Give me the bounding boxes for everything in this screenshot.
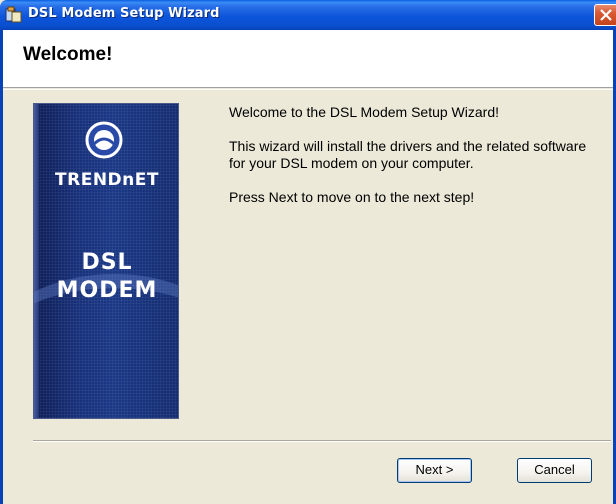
wizard-header: Welcome! [3,30,613,88]
banner-product-line1: DSL [81,250,133,275]
welcome-paragraph: Welcome to the DSL Modem Setup Wizard! [229,104,499,120]
cancel-button[interactable]: Cancel [517,458,592,483]
footer-divider [33,440,611,442]
window-frame-left [0,30,3,504]
welcome-message: Welcome to the DSL Modem Setup Wizard! T… [229,104,589,223]
window-title: DSL Modem Setup Wizard [28,6,220,21]
banner-brand-text: TRENDnET [55,170,159,190]
instruction-paragraph: Press Next to move on to the next step! [229,189,475,205]
close-button[interactable] [594,4,616,26]
banner-product-line2: MODEM [56,278,158,303]
trendnet-logo-icon [84,120,124,160]
description-paragraph: This wizard will install the drivers and… [229,138,587,171]
next-button[interactable]: Next > [397,458,472,483]
page-title: Welcome! [23,44,113,65]
close-icon [600,9,612,21]
product-banner-image: TRENDnET DSL MODEM [33,103,179,419]
wizard-window: DSL Modem Setup Wizard Welcome! TRENDnET… [0,0,616,504]
title-bar[interactable]: DSL Modem Setup Wizard [0,0,616,30]
header-divider [3,89,613,90]
wizard-app-icon [5,6,23,24]
